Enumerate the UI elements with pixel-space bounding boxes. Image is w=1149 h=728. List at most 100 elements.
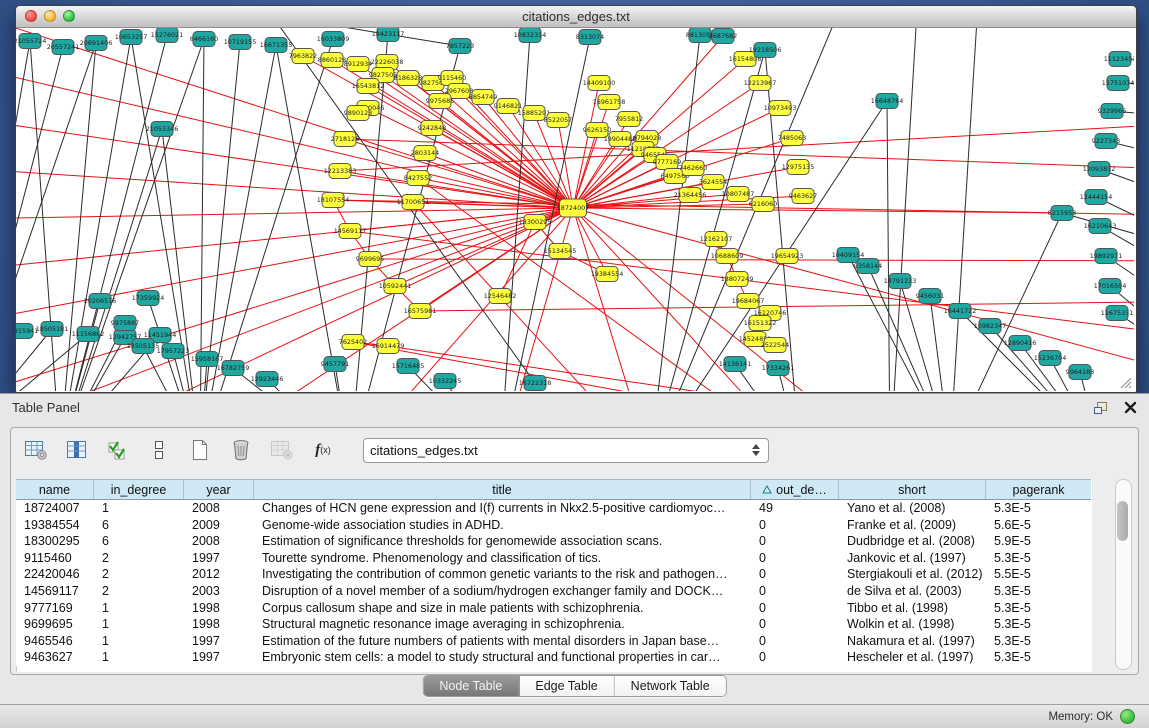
citation-edge-red[interactable] [16,208,573,341]
graph-node[interactable]: 9890123 [344,106,372,121]
graph-node[interactable]: 12093832 [1083,162,1116,177]
show-columns-icon[interactable] [64,437,90,463]
graph-node[interactable]: 10832334 [514,28,547,43]
graph-node[interactable]: 12213967 [744,76,777,91]
close-icon[interactable] [1124,401,1137,414]
graph-node[interactable]: 9463627 [789,189,817,204]
column-header-name[interactable]: name [16,480,94,499]
tab-network-table[interactable]: Network Table [615,676,726,696]
graph-node[interactable]: 15716485 [392,359,425,374]
float-window-icon[interactable] [1093,401,1108,415]
graph-node[interactable]: 2687682 [709,29,737,44]
scrollbar-thumb[interactable] [1117,501,1128,541]
graph-node[interactable]: 12213383 [324,164,357,179]
graph-node[interactable]: 9242848 [418,121,446,136]
table-row[interactable]: 911546021997Tourette syndrome. Phenomeno… [16,550,1091,567]
graph-node[interactable]: 9699695 [356,252,384,267]
table-mode-icon[interactable] [23,437,49,463]
citation-edge-black[interactable] [887,101,890,391]
function-builder-icon[interactable]: f(x) [310,437,336,463]
minimize-button[interactable] [44,10,56,22]
graph-node[interactable]: 7955812 [615,112,643,127]
table-row[interactable]: 969969511998Structural magnetic resonanc… [16,616,1091,633]
graph-node[interactable]: 2522544 [761,338,789,353]
graph-node[interactable]: 18505181 [36,322,69,337]
column-header-in-degree[interactable]: in_degree [94,480,184,499]
graph-node[interactable]: 7485063 [778,131,806,146]
graph-node[interactable]: 12890416 [1004,336,1037,351]
citation-edge-black[interactable] [890,28,920,391]
table-row[interactable]: 1938455462009Genome-wide association stu… [16,517,1091,534]
graph-node[interactable]: 10653257 [115,30,148,45]
tab-node-table[interactable]: Node Table [423,676,519,696]
graph-node[interactable]: 14136141 [719,357,752,372]
citation-edge-black[interactable] [650,35,700,391]
column-header-title[interactable]: title [254,480,751,499]
table-vertical-scrollbar[interactable] [1115,479,1132,670]
table-selector-dropdown[interactable]: citations_edges.txt [363,438,769,463]
citation-edge-red[interactable] [432,128,573,208]
graph-node[interactable]: 20557241 [47,40,80,55]
network-canvas-svg[interactable]: 1872400779638228860128891293422226038982… [16,28,1134,391]
graph-node[interactable]: 20691406 [80,36,113,51]
graph-node[interactable]: 10332245 [429,374,462,389]
graph-node[interactable]: 9777169 [653,155,681,170]
graph-node[interactable]: 8912934 [344,57,372,72]
graph-node[interactable]: 8215953 [1048,206,1076,221]
table-row[interactable]: 1872400712008Changes of HCN gene express… [16,500,1091,517]
graph-node[interactable]: 16671355 [260,38,293,53]
graph-node[interactable]: 9457791 [321,357,349,372]
graph-node[interactable]: 2803144 [411,146,439,161]
graph-node[interactable]: 11123451 [1104,52,1134,67]
graph-node[interactable]: 18107554 [317,193,350,208]
graph-node[interactable]: 12923446 [251,372,284,387]
table-row[interactable]: 2242004622012Investigating the contribut… [16,566,1091,583]
graph-node[interactable]: 15276021 [151,28,184,43]
graph-node[interactable]: 8313074 [576,30,604,45]
graph-node[interactable]: 17016504 [1094,279,1127,294]
graph-node[interactable]: 15751074 [1102,76,1134,91]
graph-node[interactable]: 12975135 [782,160,815,175]
graph-node[interactable]: 16033809 [317,32,350,47]
tab-edge-table[interactable]: Edge Table [519,676,614,696]
graph-node[interactable]: 17359924 [132,291,165,306]
graph-node[interactable]: 8466160 [190,32,218,47]
graph-node[interactable]: 14409100 [583,76,616,91]
graph-node[interactable]: 16914479 [372,339,405,354]
graph-node[interactable]: 18807249 [721,272,754,287]
graph-node[interactable]: 21055724 [16,34,46,49]
graph-node[interactable]: 18423117 [372,28,405,42]
graph-node[interactable]: 9975887 [111,316,139,331]
graph-node[interactable]: 7462660 [679,161,707,176]
graph-node[interactable]: 9975685 [426,94,454,109]
graph-node[interactable]: 7857223 [446,39,474,54]
resize-grip-icon[interactable] [1118,375,1132,389]
graph-node-hub[interactable]: 18724007 [557,199,590,217]
table-row[interactable]: 977716911998Corpus callosum shape and si… [16,600,1091,617]
graph-node[interactable]: 8522057 [544,113,572,128]
citation-edge-red[interactable] [333,200,1134,216]
citation-edge-black[interactable] [30,41,60,391]
graph-node[interactable]: 9456031 [916,289,944,304]
network-window-titlebar[interactable]: citations_edges.txt [16,6,1136,28]
graph-node[interactable]: 9227343 [1092,134,1120,149]
delete-table-icon[interactable] [228,437,254,463]
import-table-icon[interactable] [269,437,295,463]
citation-edge-red[interactable] [368,86,573,208]
graph-node[interactable]: 21364456 [674,188,707,203]
citation-edge-black[interactable] [16,331,22,391]
graph-node[interactable]: 6216060 [749,197,777,212]
column-header-short[interactable]: short [839,480,986,499]
close-button[interactable] [25,10,37,22]
graph-node[interactable]: 15236704 [1034,351,1067,366]
create-table-icon[interactable] [187,437,213,463]
table-row[interactable]: 946362711997Embryonic stem cells: a mode… [16,649,1091,666]
graph-node[interactable]: 11675331 [1101,306,1134,321]
citation-edge-black[interactable] [950,28,980,391]
graph-node[interactable]: 19654923 [771,249,804,264]
table-row[interactable]: 946554611997Estimation of the future num… [16,633,1091,650]
graph-node[interactable]: 8427552 [404,171,432,186]
graph-node[interactable]: 9358144 [854,259,882,274]
citation-edge-red[interactable] [16,161,573,208]
citation-edge-black[interactable] [16,47,63,391]
